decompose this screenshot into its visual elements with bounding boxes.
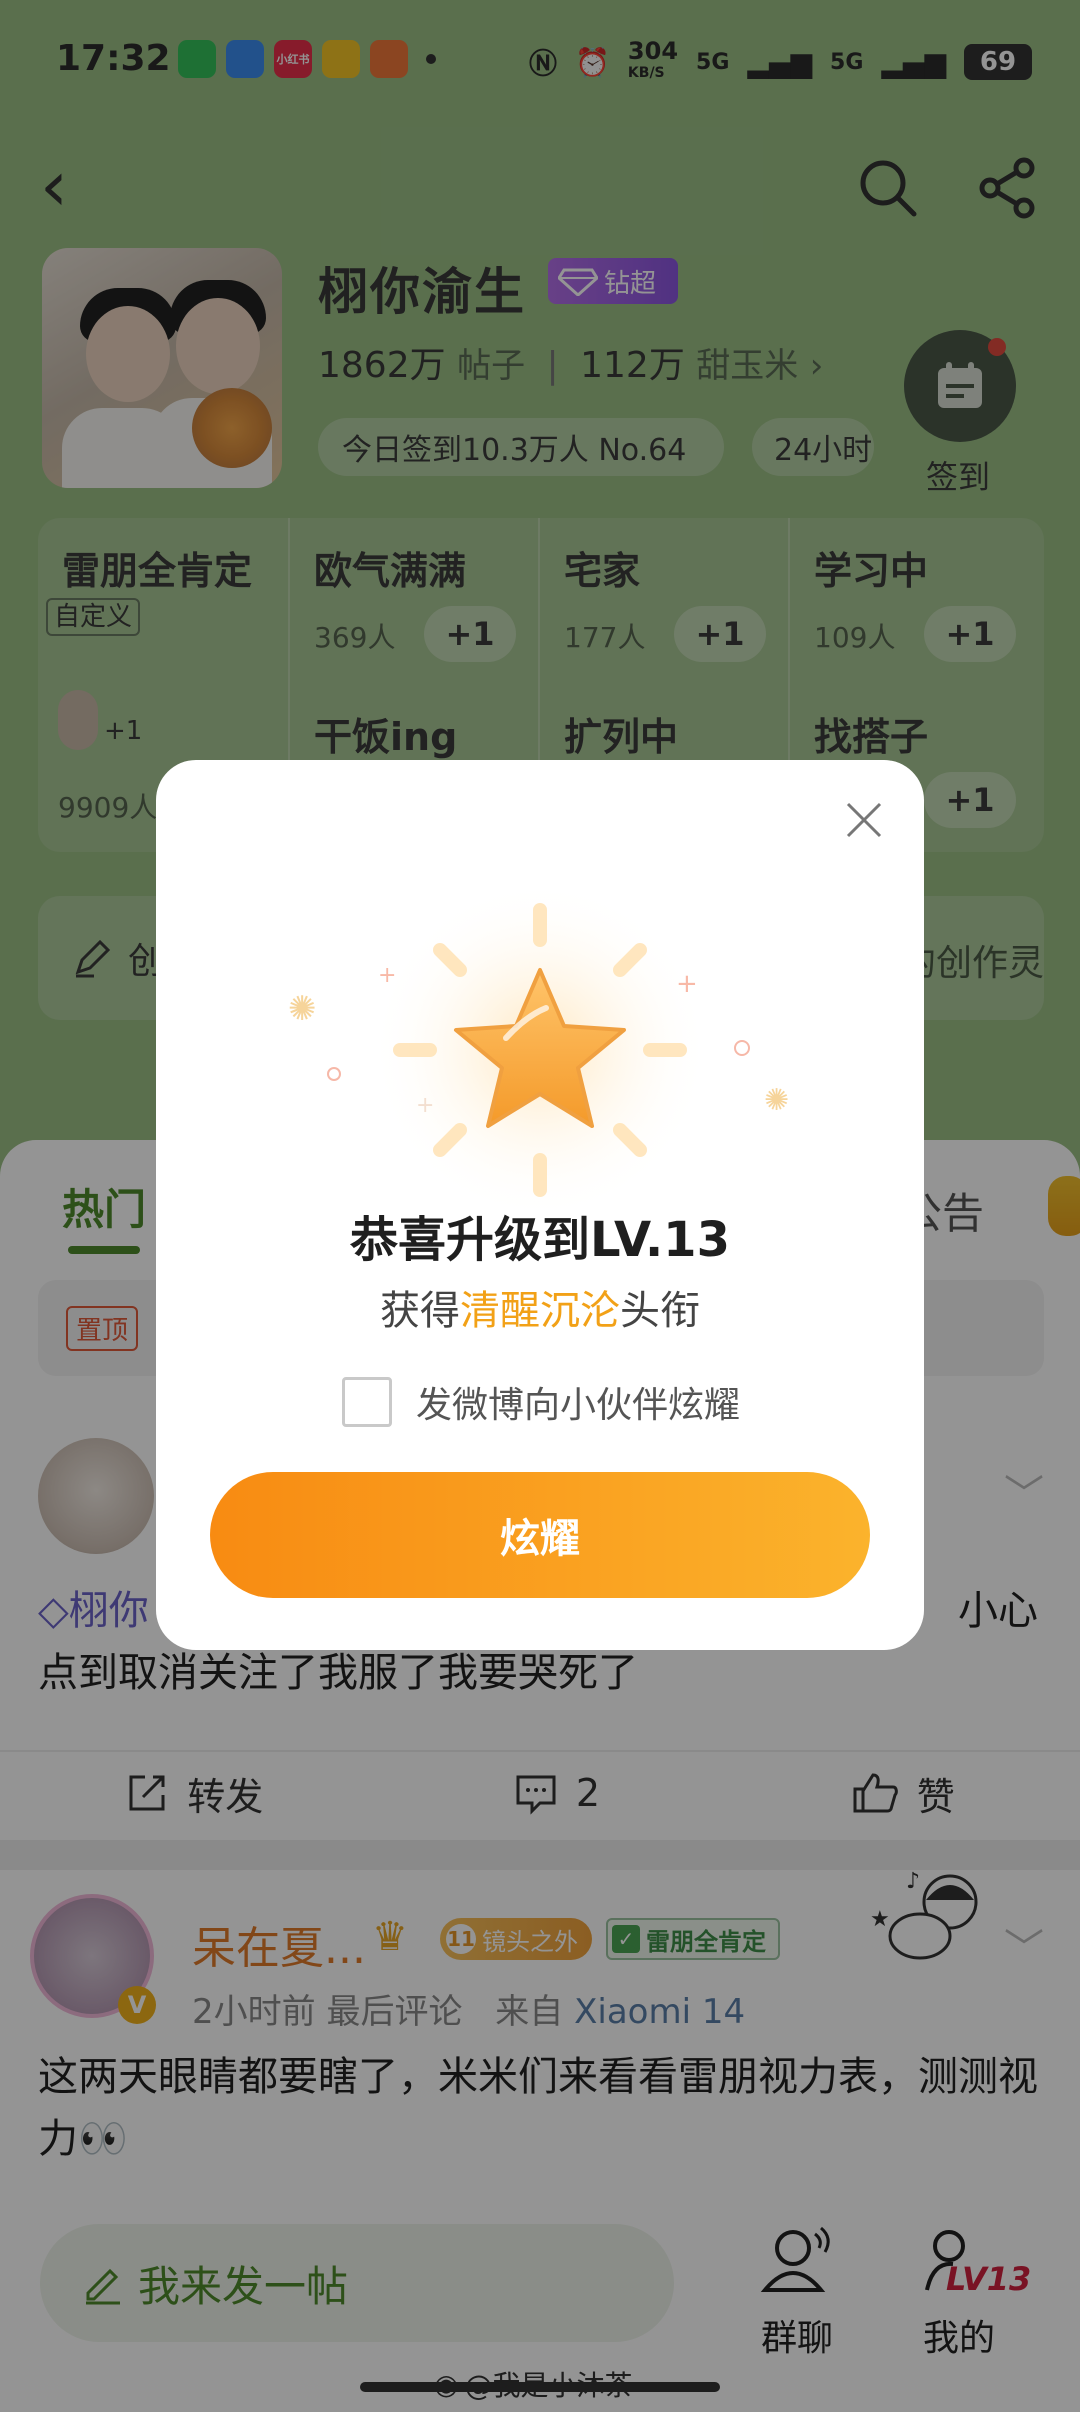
show-off-button[interactable]: 炫耀 [210, 1472, 870, 1598]
star-icon: ✺ ✺ + + + [288, 880, 789, 1220]
share-to-weibo-option[interactable]: 发微博向小伙伴炫耀 [342, 1376, 740, 1428]
dialog-subtitle: 获得清醒沉沦头衔 [380, 1288, 700, 1334]
dialog-title: 恭喜升级到LV.13 [350, 1212, 730, 1268]
svg-text:✺: ✺ [288, 989, 317, 1029]
svg-text:+: + [676, 969, 698, 999]
svg-text:✺: ✺ [764, 1083, 789, 1118]
share-checkbox-label: 发微博向小伙伴炫耀 [416, 1385, 741, 1426]
level-up-dialog: ✺ ✺ + + + 恭喜升级到LV.13 获得清醒沉沦头衔 发微博向小伙伴炫耀 … [156, 760, 924, 1650]
svg-text:+: + [416, 1093, 434, 1118]
svg-text:+: + [378, 963, 396, 988]
title-highlight: 清醒沉沦 [460, 1288, 620, 1334]
share-checkbox[interactable] [342, 1377, 392, 1427]
